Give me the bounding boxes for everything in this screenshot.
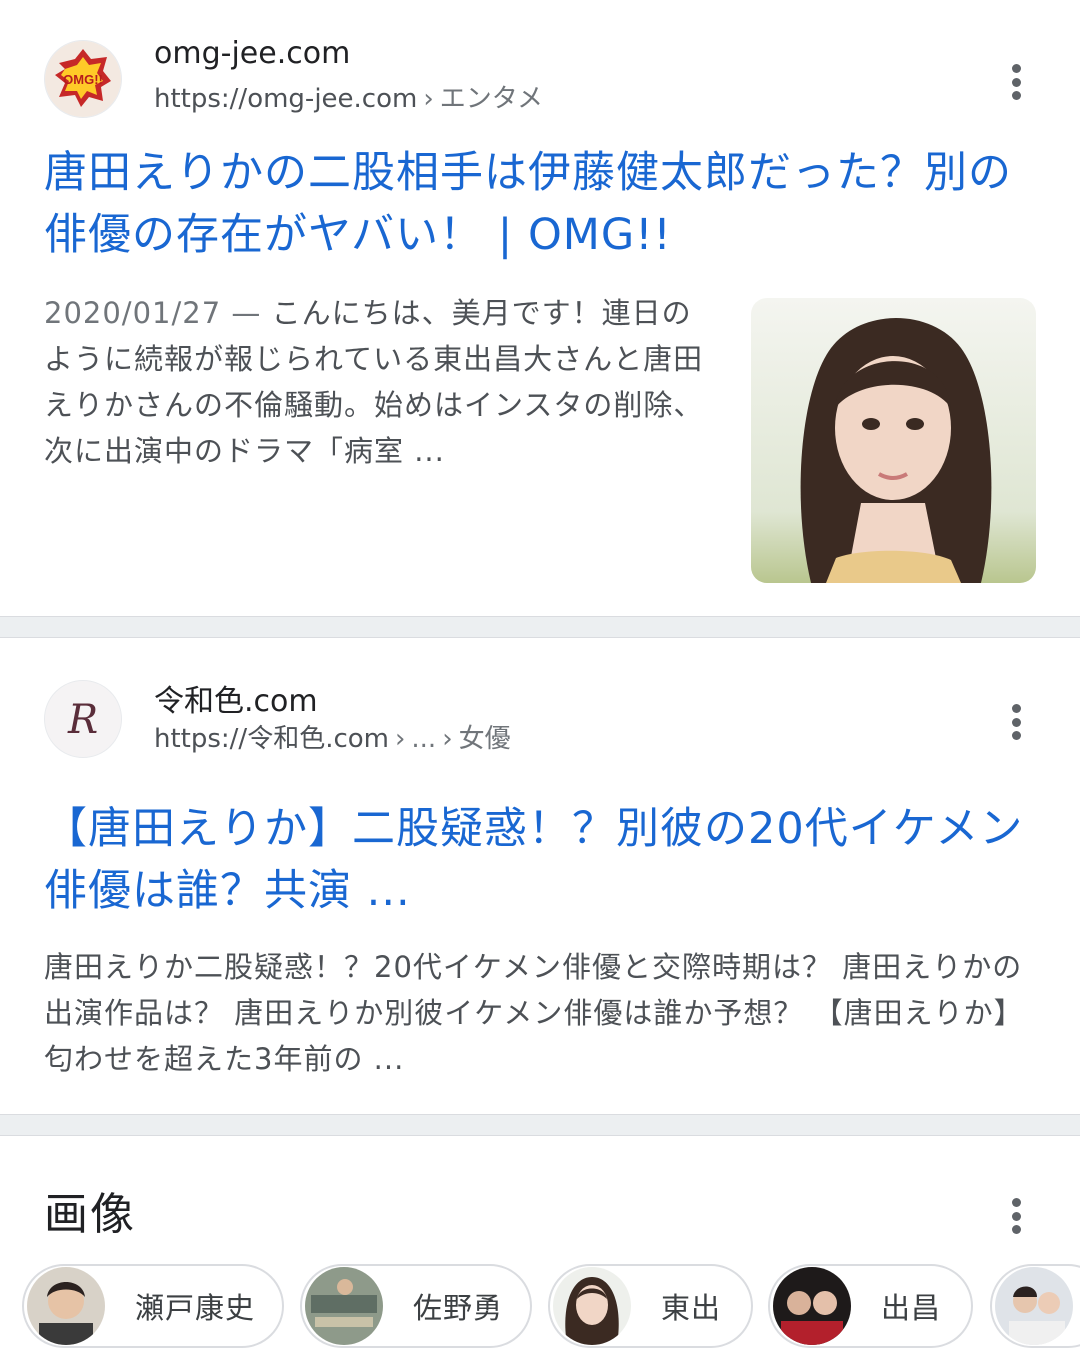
chip-thumbnail xyxy=(305,1267,383,1345)
chip-thumbnail xyxy=(995,1267,1073,1345)
result-snippet: 唐田えりか二股疑惑！？20代イケメン俳優と交際時期は？ 唐田えりかの出演作品は？… xyxy=(44,950,1024,1076)
more-options-icon[interactable] xyxy=(996,60,1036,104)
site-url: https://令和色.com ›... › 女優 xyxy=(154,718,511,755)
image-chip[interactable]: 瀬戸康史 xyxy=(22,1264,284,1348)
breadcrumb-separator: › xyxy=(442,724,453,754)
chip-thumbnail xyxy=(27,1267,105,1345)
chip-label: 東出 xyxy=(661,1291,722,1325)
image-chip[interactable]: 出昌 xyxy=(768,1264,973,1348)
site-name: 令和色.com xyxy=(154,684,318,719)
breadcrumb-item: エンタメ xyxy=(439,84,543,114)
images-section: 画像 瀬戸康史 佐野勇 東出 出昌 xyxy=(0,1136,1080,1348)
breadcrumb-ellipsis: ... xyxy=(411,724,437,754)
portrait-image xyxy=(751,298,1036,583)
reiwairo-logo-icon: R xyxy=(45,681,121,757)
images-section-title: 画像 xyxy=(44,1189,136,1240)
image-chip[interactable] xyxy=(990,1264,1080,1348)
section-divider xyxy=(0,1114,1080,1136)
omg-logo-icon: OMG!! xyxy=(45,41,121,117)
site-favicon: R xyxy=(44,680,122,758)
chip-label: 出昌 xyxy=(881,1291,942,1325)
chip-thumbnail xyxy=(773,1267,851,1345)
date-separator: — xyxy=(221,296,272,330)
result-thumbnail[interactable] xyxy=(751,298,1036,583)
image-chip[interactable]: 佐野勇 xyxy=(300,1264,532,1348)
more-options-icon[interactable] xyxy=(996,1194,1036,1238)
section-divider xyxy=(0,616,1080,638)
result-site-header[interactable]: OMG!! omg-jee.com https://omg-jee.com › エン… xyxy=(44,36,1036,120)
site-name: omg-jee.com xyxy=(154,36,351,71)
site-favicon: OMG!! xyxy=(44,40,122,118)
breadcrumb-item: 女優 xyxy=(458,724,511,754)
chip-thumbnail xyxy=(553,1267,631,1345)
search-result-reiwairo: R 令和色.com https://令和色.com ›... › 女優 【唐田えりか】… xyxy=(0,640,1080,1114)
breadcrumb-separator: › xyxy=(423,84,434,114)
result-site-header[interactable]: R 令和色.com https://令和色.com ›... › 女優 xyxy=(44,680,1036,760)
svg-text:OMG!!: OMG!! xyxy=(63,72,103,87)
result-snippet: 2020/01/27 — こんにちは、美月です！連日のように続報が報じられている… xyxy=(44,290,712,474)
site-url: https://omg-jee.com › エンタメ xyxy=(154,78,543,115)
svg-text:R: R xyxy=(67,697,98,743)
image-chip[interactable]: 東出 xyxy=(548,1264,753,1348)
url-text: https://令和色.com xyxy=(154,724,389,754)
chip-label: 瀬戸康史 xyxy=(135,1291,256,1325)
url-text: https://omg-jee.com xyxy=(154,84,418,114)
chip-label: 佐野勇 xyxy=(413,1291,504,1325)
result-title-link[interactable]: 唐田えりかの二股相手は伊藤健太郎だった？別の俳優の存在がヤバい！ | OMG!! xyxy=(44,142,1034,266)
result-date: 2020/01/27 xyxy=(44,296,222,330)
breadcrumb-separator: › xyxy=(395,724,406,754)
result-title-link[interactable]: 【唐田えりか】二股疑惑！？別彼の20代イケメン俳優は誰？共演 ... xyxy=(44,798,1034,922)
more-options-icon[interactable] xyxy=(996,700,1036,744)
search-result-omg-jee: OMG!! omg-jee.com https://omg-jee.com › エン… xyxy=(0,0,1080,616)
